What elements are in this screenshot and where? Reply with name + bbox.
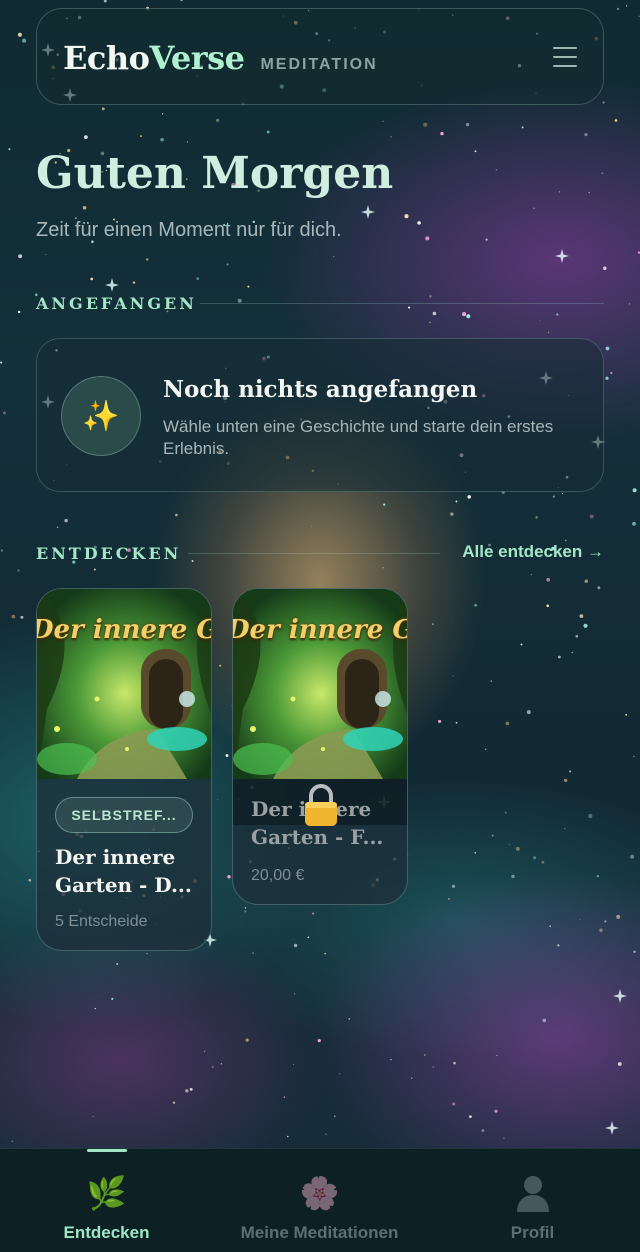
brand-logo: Echo Verse MEDITATION [63, 39, 378, 77]
active-tab-indicator [87, 1149, 127, 1152]
empty-state-text: Wähle unten eine Geschichte und starte d… [163, 417, 554, 458]
see-all-link[interactable]: Alle entdecken → [462, 542, 604, 562]
story-card[interactable]: Der innere Garten SELBSTREF... Der inner… [36, 588, 212, 951]
empty-state-title: Noch nichts angefangen [163, 376, 478, 403]
lock-icon [305, 784, 337, 826]
hamburger-icon[interactable] [553, 47, 577, 69]
app-header: Echo Verse MEDITATION [36, 8, 604, 105]
story-title: Der innere Garten - D... [55, 845, 192, 897]
nav-item-my-meditations[interactable]: 🌸 Meine Meditationen [213, 1149, 426, 1252]
brand-verse-text: Verse [149, 39, 245, 77]
section-label-started: ANGEFANGEN [36, 294, 197, 313]
story-card-locked[interactable]: Der innere Garten Der innere Garten - F.… [232, 588, 408, 905]
sparkles-icon: ✨ [61, 376, 141, 456]
page-title: Guten Morgen [36, 148, 394, 199]
cherry-blossom-icon: 🌸 [299, 1175, 340, 1211]
story-cover-title: Der innere Garten [233, 615, 407, 645]
nav-label: Meine Meditationen [240, 1223, 399, 1242]
brand-echo-text: Echo [63, 39, 150, 77]
brand-subtitle: MEDITATION [260, 56, 378, 73]
section-label-discover: ENTDECKEN [36, 544, 182, 563]
nav-label: Profil [510, 1223, 555, 1242]
story-meta: 5 Entscheide [55, 913, 148, 930]
section-divider [188, 553, 440, 554]
empty-state-card: ✨ Noch nichts angefangen Wähle unten ein… [36, 338, 604, 492]
story-cover-title: Der innere Garten [37, 615, 211, 645]
section-divider [200, 303, 604, 304]
story-cover-image: Der innere Garten [233, 589, 407, 779]
person-icon [426, 1173, 639, 1213]
page-subtitle: Zeit für einen Moment nur für dich. [36, 219, 342, 241]
nav-item-profile[interactable]: Profil [426, 1149, 639, 1252]
category-badge: SELBSTREF... [55, 797, 193, 833]
nav-item-discover[interactable]: 🌿 Entdecken [0, 1149, 213, 1252]
story-cover-image: Der innere Garten [37, 589, 211, 779]
herb-icon: 🌿 [86, 1175, 127, 1211]
story-price: 20,00 € [251, 867, 305, 884]
nav-label: Entdecken [63, 1223, 150, 1242]
bottom-navigation: 🌿 Entdecken 🌸 Meine Meditationen Profil [0, 1148, 640, 1252]
